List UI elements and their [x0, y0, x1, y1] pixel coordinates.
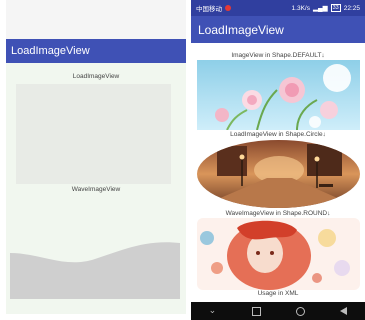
signal-icon: ▂▄▆ — [312, 5, 328, 12]
battery-icon: 33 — [330, 4, 341, 12]
wave-image-placeholder — [10, 242, 180, 299]
flowers-image — [197, 60, 360, 130]
content-pane: LoadImageView WaveImageView — [6, 63, 186, 314]
wave-image-label: WaveImageView — [71, 186, 121, 193]
load-image-label: LoadImageView — [72, 73, 120, 80]
left-screen: LoadImageView LoadImageView WaveImageVie… — [6, 0, 186, 314]
load-image-placeholder — [16, 84, 171, 184]
status-bar: 中国移动 1.3K/s ▂▄▆ 33 22:25 — [191, 0, 365, 16]
chevron-down-icon[interactable]: ⌄ — [209, 306, 217, 316]
caption-round-shape: WaveImageView in Shape.ROUND↓ — [225, 210, 331, 217]
square-icon[interactable] — [251, 306, 261, 316]
circle-icon[interactable] — [295, 306, 305, 316]
app-title: LoadImageView — [11, 45, 90, 57]
carrier-label: 中国移动 — [196, 6, 222, 13]
anime-illustration-image — [197, 218, 360, 290]
navigation-bar: ⌄ — [191, 302, 365, 320]
notification-icon — [225, 5, 231, 11]
caption-circle-shape: LoadImageView in Shape.Circle↓ — [230, 131, 326, 138]
street-scene-image — [197, 140, 360, 208]
back-icon[interactable] — [340, 307, 348, 315]
app-toolbar: LoadImageView — [191, 16, 365, 43]
net-speed: 1.3K/s — [291, 4, 310, 12]
app-toolbar: LoadImageView — [6, 39, 186, 63]
app-title: LoadImageView — [198, 22, 284, 37]
caption-default-shape: ImageView in Shape.DEFAULT↓ — [231, 52, 325, 59]
caption-xml-usage: Usage in XML — [257, 290, 299, 297]
clock: 22:25 — [343, 4, 360, 12]
right-screen: 中国移动 1.3K/s ▂▄▆ 33 22:25 LoadImageView I… — [191, 0, 365, 320]
